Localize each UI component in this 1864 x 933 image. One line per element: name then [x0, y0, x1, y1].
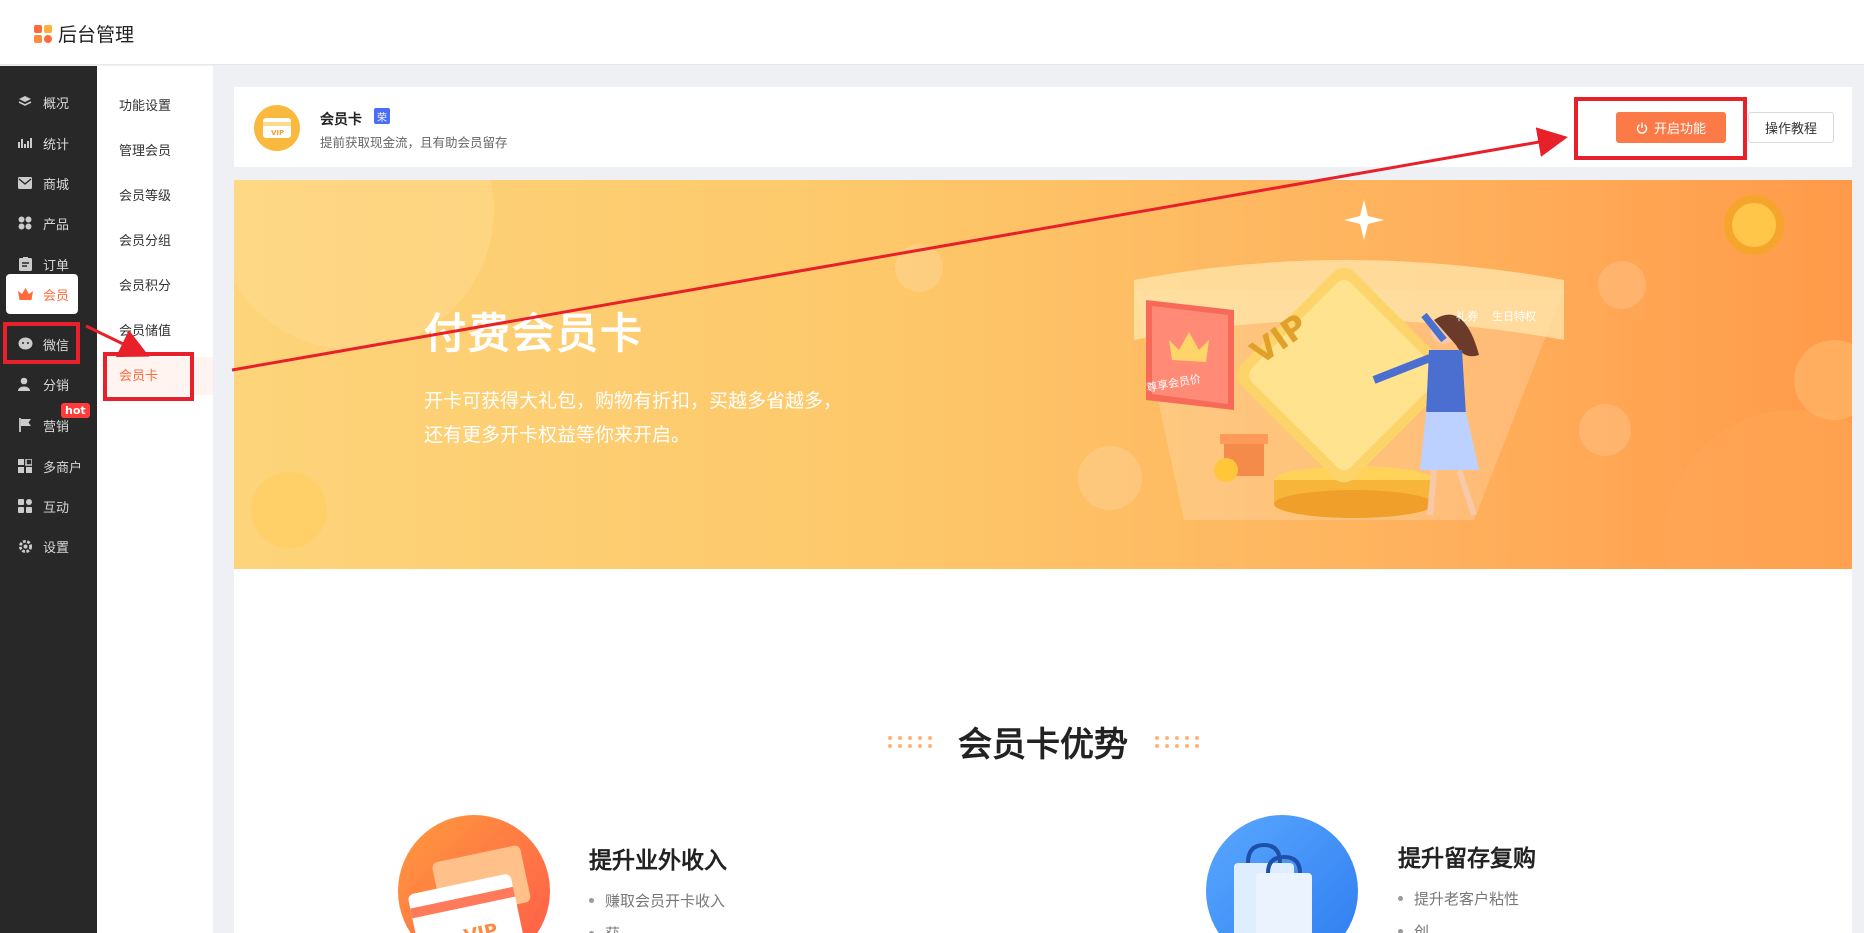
sidebar: 概况 统计 商城 产品 订单 会员 微信 分销 营销 hot 多商户 互动 设置	[0, 66, 97, 933]
ribbon-right-label-2: 生日特权	[1492, 310, 1536, 323]
list-item: 获...	[589, 923, 725, 933]
list-item: 赚取会员开卡收入	[589, 890, 725, 911]
sidebar-item-label: 设置	[43, 540, 70, 556]
svg-text:VIP: VIP	[271, 129, 284, 137]
banner-desc-line: 开卡可获得大礼包，购物有折扣，买越多省越多，	[424, 390, 843, 412]
mail-icon	[17, 175, 33, 191]
app-title: 后台管理	[58, 24, 135, 46]
submenu-item-manage-members[interactable]: 管理会员	[119, 140, 171, 159]
sidebar-item-multi-merchant[interactable]: 多商户	[0, 446, 97, 486]
sidebar-item-label: 会员	[43, 288, 70, 304]
income-illustration: VIP	[398, 815, 550, 933]
annotation-box-members	[3, 322, 80, 364]
layers-icon	[17, 94, 33, 110]
sidebar-item-label: 产品	[43, 217, 70, 233]
feature-tag-icon: 荣	[374, 108, 390, 124]
submenu-item-member-balance[interactable]: 会员储值	[119, 320, 171, 339]
sidebar-item-interaction[interactable]: 互动	[0, 486, 97, 526]
sidebar-item-stats[interactable]: 统计	[0, 123, 97, 163]
user-icon	[17, 376, 33, 392]
tutorial-button[interactable]: 操作教程	[1748, 112, 1834, 143]
gear-icon	[17, 538, 33, 554]
sidebar-item-products[interactable]: 产品	[0, 203, 97, 243]
sidebar-item-members[interactable]: 会员	[6, 274, 78, 314]
sidebar-item-label: 分销	[43, 378, 70, 394]
banner-description: 开卡可获得大礼包，购物有折扣，买越多省越多， 还有更多开卡权益等你来开启。	[424, 384, 842, 452]
banner-illustration	[234, 180, 1852, 569]
member-card-icon: VIP	[254, 105, 300, 151]
section-title: 会员卡优势	[958, 725, 1128, 765]
store-icon	[17, 458, 33, 474]
sidebar-item-label: 订单	[43, 258, 70, 274]
submenu-item-member-groups[interactable]: 会员分组	[119, 230, 171, 249]
crown-icon	[17, 286, 33, 302]
hot-badge: hot	[61, 403, 90, 418]
page-title: 会员卡	[320, 112, 362, 128]
sidebar-item-label: 多商户	[43, 460, 83, 476]
logo-icon	[34, 24, 52, 43]
banner-desc-line: 还有更多开卡权益等你来开启。	[424, 424, 691, 446]
sidebar-item-marketing[interactable]: 营销 hot	[0, 403, 97, 445]
feature-list-income: 赚取会员开卡收入 获...	[589, 890, 725, 933]
submenu-item-member-levels[interactable]: 会员等级	[119, 185, 171, 204]
page-subtitle: 提前获取现金流，且有助会员留存	[320, 135, 508, 150]
sidebar-item-label: 商城	[43, 177, 70, 193]
sidebar-item-label: 互动	[43, 500, 70, 516]
feature-title-income: 提升业外收入	[589, 848, 727, 874]
retention-illustration	[1206, 815, 1358, 933]
list-item: 提升老客户粘性	[1398, 888, 1519, 909]
sidebar-item-overview[interactable]: 概况	[0, 82, 97, 122]
sidebar-item-label: 概况	[43, 96, 70, 112]
advantages-section: 会员卡优势 VIP 提升业外收入 赚取会员开卡收入 获... 提升留存复购 提升…	[234, 569, 1852, 933]
submenu: 功能设置 管理会员 会员等级 会员分组 会员积分 会员储值 会员卡	[97, 66, 213, 933]
banner-title: 付费会员卡	[424, 309, 645, 358]
annotation-box-open-button	[1574, 97, 1747, 160]
clipboard-icon	[17, 256, 33, 272]
sidebar-item-label: 营销	[43, 419, 70, 435]
sidebar-item-settings[interactable]: 设置	[0, 526, 97, 566]
logo[interactable]: 后台管理	[34, 20, 134, 47]
sidebar-item-distribution[interactable]: 分销	[0, 364, 97, 404]
title-decoration-right	[1155, 736, 1200, 748]
top-bar: 后台管理	[0, 0, 1864, 65]
ribbon-right-label-1: 礼券	[1456, 310, 1478, 323]
list-item: 创...	[1398, 921, 1519, 933]
feature-list-retention: 提升老客户粘性 创...	[1398, 888, 1519, 933]
submenu-item-feature-settings[interactable]: 功能设置	[119, 95, 171, 114]
chart-icon	[17, 135, 33, 151]
flag-icon	[17, 417, 33, 433]
promo-banner: 付费会员卡 开卡可获得大礼包，购物有折扣，买越多省越多， 还有更多开卡权益等你来…	[234, 180, 1852, 569]
interact-icon	[17, 498, 33, 514]
grid-icon	[17, 215, 33, 231]
submenu-item-member-points[interactable]: 会员积分	[119, 275, 171, 294]
sidebar-item-label: 统计	[43, 137, 70, 153]
feature-title-retention: 提升留存复购	[1398, 846, 1536, 872]
annotation-box-member-card	[103, 352, 194, 401]
sidebar-item-mall[interactable]: 商城	[0, 163, 97, 203]
